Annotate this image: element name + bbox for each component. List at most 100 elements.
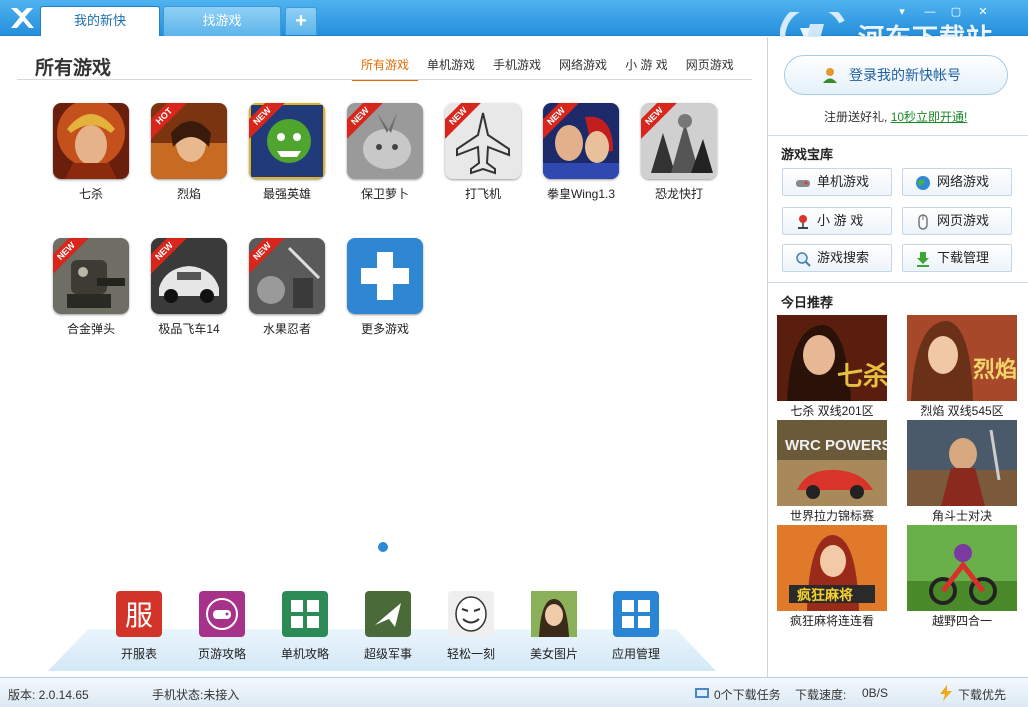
category-divider (17, 79, 752, 80)
game-name: 水果忍者 (262, 322, 311, 336)
tab-web-games[interactable]: 网页游戏 (677, 55, 743, 81)
game-tile-baowei-luobo[interactable]: NEW 保卫萝卜 (340, 103, 430, 202)
lib-button-single-player[interactable]: 单机游戏 (782, 168, 892, 196)
tab-mobile-games[interactable]: 手机游戏 (484, 55, 550, 81)
recommend-item[interactable]: WRC POWERSLIDE 世界拉力锦标赛 (777, 420, 887, 524)
lib-button-game-search[interactable]: 游戏搜索 (782, 244, 892, 272)
tool-kaifubiao[interactable]: 服 开服表 (106, 591, 172, 662)
download-speed-value: 0B/S (862, 686, 889, 700)
lib-button-label: 下载管理 (937, 250, 990, 265)
game-tile-shuiguo-renzhe[interactable]: NEW 水果忍者 (242, 238, 332, 337)
download-priority-toggle[interactable]: 下载优先 (958, 686, 1006, 703)
close-button[interactable]: ✕ (972, 4, 994, 20)
mahjong-logo-art: 疯狂麻将 (797, 587, 853, 604)
game-tile-dafeiji[interactable]: NEW 打飞机 (438, 103, 528, 202)
game-library-main: 所有游戏 所有游戏 单机游戏 手机游戏 网络游戏 小 游 戏 网页游戏 七杀 H… (0, 37, 767, 677)
zuiqiang-yingxiong-game-icon: NEW (249, 103, 325, 179)
tab-mini-games[interactable]: 小 游 戏 (616, 55, 677, 81)
lib-button-label: 小 游 戏 (817, 213, 864, 228)
tool-name: 超级军事 (363, 647, 412, 661)
recommend-item[interactable]: 疯狂麻将 疯狂麻将连连看 (777, 525, 887, 629)
tab-find-games[interactable]: 找游戏 (163, 6, 281, 36)
lib-button-label: 网页游戏 (937, 213, 990, 228)
globe-icon (916, 176, 930, 190)
download-speed-label: 下载速度: (795, 688, 847, 702)
lib-button-label: 网络游戏 (937, 174, 990, 189)
game-tile-more-games[interactable]: 更多游戏 (340, 238, 430, 337)
tool-name: 单机攻略 (280, 647, 329, 661)
app-logo-icon[interactable] (8, 5, 36, 31)
tool-name: 轻松一刻 (446, 647, 495, 661)
tab-all-games[interactable]: 所有游戏 (352, 55, 419, 81)
tool-danji-gonglve[interactable]: 单机攻略 (272, 591, 338, 662)
recommend-thumbnail: WRC POWERSLIDE (777, 420, 887, 506)
tool-meinv-tupian[interactable]: 美女图片 (521, 591, 587, 662)
konglong-kuaida-game-icon: NEW (641, 103, 717, 179)
game-library-title: 游戏宝库 (781, 147, 834, 162)
tab-online-games[interactable]: 网络游戏 (550, 55, 616, 81)
lib-button-label: 游戏搜索 (817, 250, 870, 265)
game-tile-zuiqiang-yingxiong[interactable]: NEW 最强英雄 (242, 103, 332, 202)
server-list-icon: 服 (116, 591, 162, 637)
lib-button-mini-games[interactable]: 小 游 戏 (782, 207, 892, 235)
download-task-count[interactable]: 0个下载任务 (714, 686, 781, 703)
tool-qingsong-yike[interactable]: 轻松一刻 (438, 591, 504, 662)
game-tile-quanhuang[interactable]: NEW 拳皇Wing1.3 (536, 103, 626, 202)
game-name: 七杀 (78, 187, 103, 201)
tool-name: 页游攻略 (197, 647, 246, 661)
lib-button-web-games[interactable]: 网页游戏 (902, 207, 1012, 235)
qisha-logo-art: 七杀 (837, 361, 887, 392)
game-name: 最强英雄 (262, 187, 311, 201)
recommend-item[interactable]: 越野四合一 (907, 525, 1017, 629)
recommend-name: 世界拉力锦标赛 (789, 509, 874, 523)
menu-dropdown-icon[interactable]: ▾ (891, 4, 913, 20)
recommend-item[interactable]: 角斗士对决 (907, 420, 1017, 524)
minimize-button[interactable]: — (919, 4, 941, 20)
version-label: 版本: 2.0.14.65 (8, 688, 89, 702)
meme-face-icon (448, 591, 494, 637)
game-tile-hejin-dantou[interactable]: NEW 合金弹头 (46, 238, 136, 337)
login-label: 登录我的新快帐号 (849, 67, 961, 83)
recommend-item[interactable]: 烈焰 烈焰 双线545区 (907, 315, 1017, 419)
login-button[interactable]: 登录我的新快帐号 (784, 55, 1008, 95)
game-name: 合金弹头 (66, 322, 115, 336)
recommend-thumbnail (907, 525, 1017, 611)
game-name: 保卫萝卜 (360, 187, 409, 201)
gamepad-icon (796, 180, 810, 187)
add-tab-button[interactable]: + (285, 7, 317, 35)
game-tile-qisha[interactable]: 七杀 (46, 103, 136, 202)
quanhuang-game-icon: NEW (543, 103, 619, 179)
title-bar: 我的新快 找游戏 + ▾ — ▢ ✕ (0, 0, 1028, 36)
recommend-thumbnail (907, 420, 1017, 506)
today-recommend-title: 今日推荐 (781, 295, 834, 310)
tool-yeyou-gonglve[interactable]: 页游攻略 (189, 591, 255, 662)
game-tile-lieyan[interactable]: HOT 烈焰 (144, 103, 234, 202)
recommend-name: 烈焰 双线545区 (920, 404, 1004, 418)
recommend-name: 角斗士对决 (931, 509, 992, 523)
recommend-name: 疯狂麻将连连看 (789, 614, 874, 628)
tab-single-player[interactable]: 单机游戏 (418, 55, 484, 81)
game-name: 恐龙快打 (654, 187, 703, 201)
divider (768, 135, 1028, 136)
phone-status[interactable]: 手机状态:未接入 (152, 686, 239, 703)
page-indicator-dot[interactable] (378, 542, 388, 552)
grid-tools-icon (282, 591, 328, 637)
register-link[interactable]: 10秒立即开通! (891, 110, 968, 124)
tool-chaoji-junshi[interactable]: 超级军事 (355, 591, 421, 662)
gamepad-icon (199, 591, 245, 637)
recommend-item[interactable]: 七杀 七杀 双线201区 (777, 315, 887, 419)
game-tile-jipin-feiche[interactable]: NEW 极品飞车14 (144, 238, 234, 337)
recommend-name: 越野四合一 (931, 614, 992, 628)
jet-fighter-icon (365, 591, 411, 637)
lib-button-label: 单机游戏 (817, 174, 870, 189)
lib-button-download-manager[interactable]: 下载管理 (902, 244, 1012, 272)
user-icon (823, 68, 837, 83)
recommend-thumbnail: 疯狂麻将 (777, 525, 887, 611)
joystick-icon (798, 215, 808, 229)
restore-button[interactable]: ▢ (945, 4, 967, 20)
tool-yingyong-guanli[interactable]: 应用管理 (603, 591, 669, 662)
lib-button-online-games[interactable]: 网络游戏 (902, 168, 1012, 196)
divider (768, 282, 1028, 283)
tab-my-xinkuai[interactable]: 我的新快 (40, 6, 160, 36)
game-tile-konglong-kuaida[interactable]: NEW 恐龙快打 (634, 103, 724, 202)
